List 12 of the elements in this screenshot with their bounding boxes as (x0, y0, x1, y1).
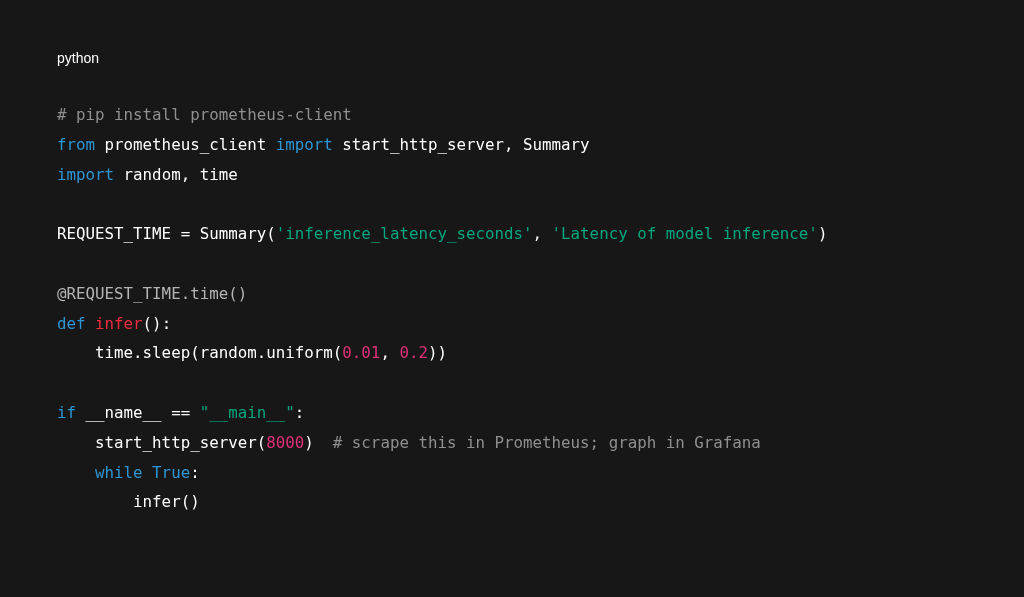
code-line: if __name__ == "__main__": (57, 402, 305, 423)
language-label: python (57, 49, 100, 67)
code-line: REQUEST_TIME = Summary('inference_latency_seconds', 'Latency of model inference') (57, 224, 828, 245)
code-line: while True: (94, 462, 200, 483)
code-line: infer() (132, 492, 200, 513)
code-line: import random, time (57, 164, 238, 185)
code-line: @REQUEST_TIME.time() (57, 283, 248, 304)
code-line: start_http_server(8000) # scrape this in Prometheus; graph in Grafana (94, 432, 761, 453)
code-line: from prometheus_client import start_http_server, Summary (57, 134, 590, 155)
code-line: def infer(): (57, 313, 172, 334)
code-line: # pip install prometheus-client (57, 105, 352, 125)
code-line: time.sleep(random.uniform(0.01, 0.2)) (94, 343, 447, 364)
